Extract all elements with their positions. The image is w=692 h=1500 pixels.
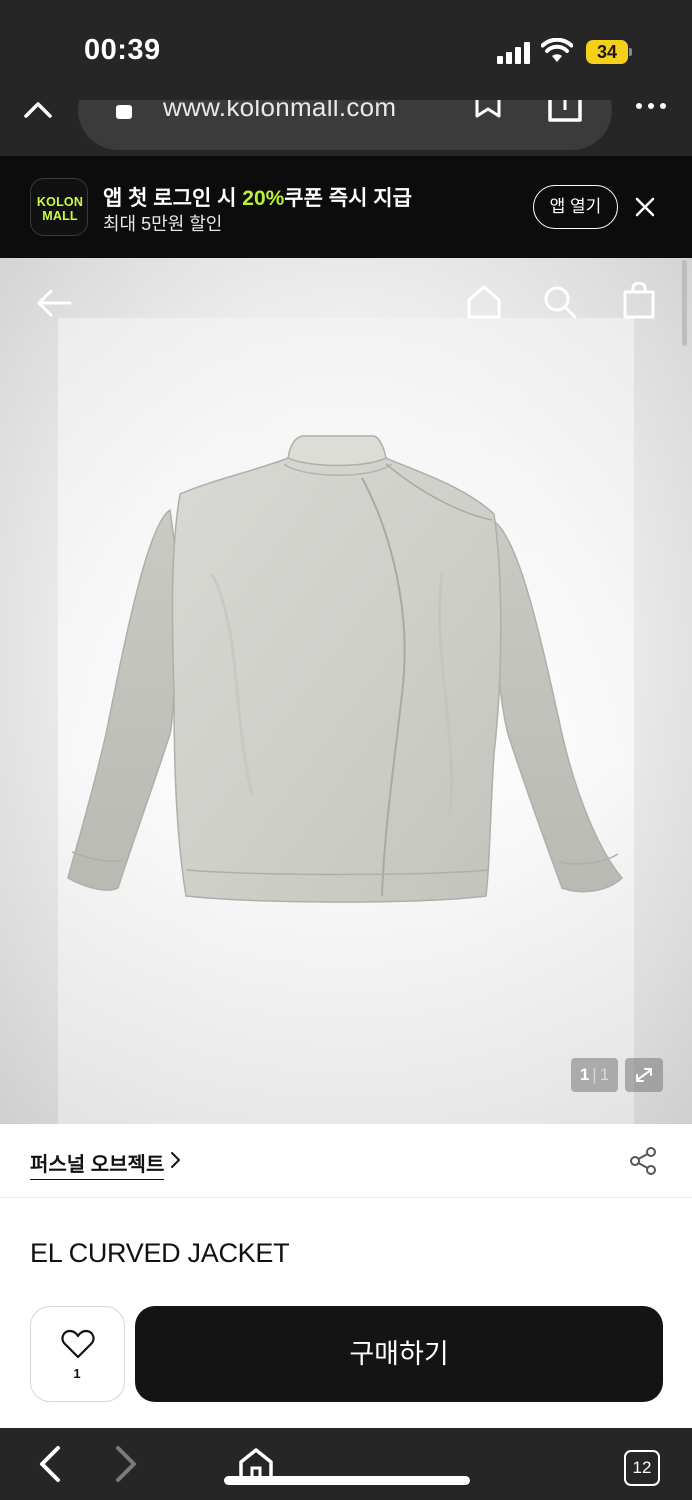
battery-icon: 34	[586, 40, 632, 64]
share-icon[interactable]	[628, 1146, 658, 1176]
buy-button[interactable]: 구매하기	[135, 1306, 663, 1402]
status-bar: 00:39 34	[0, 0, 692, 100]
tabs-button[interactable]: 12	[624, 1450, 660, 1486]
url-text: www.kolonmall.com	[163, 100, 397, 122]
kolon-mall-logo: KOLON MALL	[30, 178, 88, 236]
home-icon[interactable]	[466, 284, 502, 320]
expand-image-button[interactable]	[625, 1058, 663, 1092]
app-promo-banner: KOLON MALL 앱 첫 로그인 시 20%쿠폰 즉시 지급 최대 5만원 …	[0, 156, 692, 258]
more-icon[interactable]	[636, 101, 670, 111]
product-image-gallery[interactable]: 1 | 1	[0, 258, 692, 1124]
home-indicator[interactable]	[224, 1476, 470, 1485]
back-arrow-icon[interactable]	[36, 288, 72, 318]
shopping-bag-icon[interactable]	[622, 282, 656, 320]
image-page-indicator: 1 | 1	[571, 1058, 618, 1092]
brand-link[interactable]: 퍼스널 오브젝트	[30, 1148, 165, 1180]
close-icon[interactable]	[634, 196, 656, 218]
wishlist-count: 1	[73, 1366, 81, 1381]
battery-level: 34	[586, 40, 628, 64]
heart-icon	[61, 1329, 95, 1359]
chevron-right-icon[interactable]	[168, 1150, 182, 1170]
chevron-left-icon[interactable]	[36, 1444, 64, 1484]
browser-toolbar: www.kolonmall.com	[0, 100, 692, 156]
search-icon[interactable]	[542, 284, 578, 320]
brand-row: 퍼스널 오브젝트	[0, 1124, 692, 1198]
bookmark-icon[interactable]	[474, 100, 502, 124]
product-title: EL CURVED JACKET	[30, 1238, 290, 1268]
collapse-chevron-icon[interactable]	[22, 100, 54, 124]
home-icon[interactable]	[238, 1448, 274, 1478]
expand-icon	[636, 1068, 652, 1082]
browser-bottom-toolbar: 12	[0, 1428, 692, 1500]
status-time: 00:39	[84, 34, 161, 66]
wishlist-button[interactable]: 1	[30, 1306, 125, 1402]
chevron-right-icon[interactable]	[112, 1444, 140, 1484]
share-icon[interactable]	[548, 100, 582, 126]
page-scrollbar[interactable]	[682, 260, 687, 346]
lock-icon	[116, 105, 132, 119]
cellular-signal-icon	[497, 42, 533, 64]
open-app-button[interactable]: 앱 열기	[533, 185, 618, 229]
promo-discount: 20%	[242, 187, 285, 210]
product-image	[67, 435, 624, 903]
promo-subtext: 최대 5만원 할인	[103, 214, 223, 234]
wifi-icon	[541, 38, 573, 62]
address-bar[interactable]: www.kolonmall.com	[78, 100, 612, 150]
promo-headline: 앱 첫 로그인 시 20%쿠폰 즉시 지급	[103, 187, 412, 210]
